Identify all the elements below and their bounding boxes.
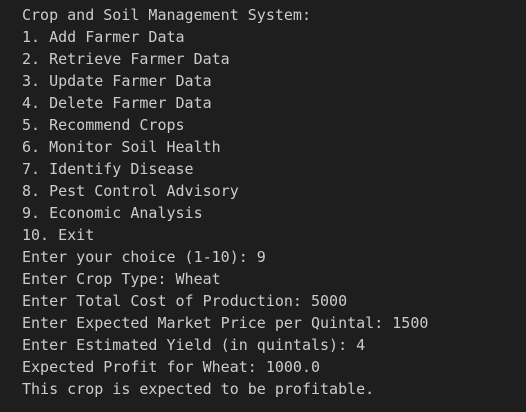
market-price-prompt: Enter Expected Market Price per Quintal:… [22, 314, 429, 332]
menu-title: Crop and Soil Management System: [22, 6, 311, 24]
menu-option-add-farmer-data: 1. Add Farmer Data [22, 28, 185, 46]
menu-option-retrieve-farmer-data: 2. Retrieve Farmer Data [22, 50, 230, 68]
menu-option-pest-control-advisory: 8. Pest Control Advisory [22, 182, 239, 200]
choice-prompt: Enter your choice (1-10): 9 [22, 248, 266, 266]
menu-option-exit: 10. Exit [22, 226, 95, 244]
menu-option-identify-disease: 7. Identify Disease [22, 160, 194, 178]
menu-option-recommend-crops: 5. Recommend Crops [22, 116, 185, 134]
terminal-output[interactable]: Crop and Soil Management System: 1. Add … [0, 0, 526, 412]
yield-prompt: Enter Estimated Yield (in quintals): 4 [22, 336, 366, 354]
expected-profit-output: Expected Profit for Wheat: 1000.0 [22, 358, 321, 376]
menu-option-monitor-soil-health: 6. Monitor Soil Health [22, 138, 221, 156]
menu-option-delete-farmer-data: 4. Delete Farmer Data [22, 94, 212, 112]
cost-prompt: Enter Total Cost of Production: 5000 [22, 292, 348, 310]
crop-type-prompt: Enter Crop Type: Wheat [22, 270, 221, 288]
menu-option-economic-analysis: 9. Economic Analysis [22, 204, 203, 222]
profitability-message: This crop is expected to be profitable. [22, 380, 375, 398]
menu-option-update-farmer-data: 3. Update Farmer Data [22, 72, 212, 90]
